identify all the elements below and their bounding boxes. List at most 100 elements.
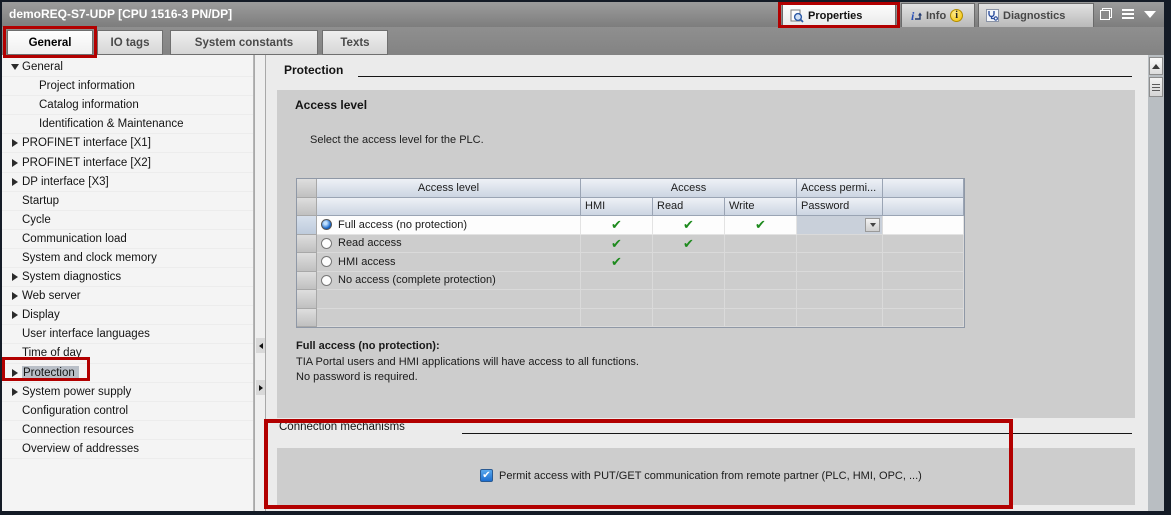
- access-level-option[interactable]: Read access: [317, 235, 581, 254]
- sidebar-item-web-server[interactable]: Web server: [2, 287, 253, 306]
- main-panel: Protection Access level Select the acces…: [266, 55, 1148, 511]
- sidebar-item-time-of-day[interactable]: Time of day: [2, 344, 253, 363]
- password-cell[interactable]: [797, 235, 883, 254]
- window-menu-icon[interactable]: [1122, 9, 1134, 19]
- spacer-cell: [883, 290, 964, 309]
- putget-checkbox[interactable]: ✔: [480, 469, 493, 482]
- password-cell[interactable]: [797, 272, 883, 291]
- window-controls: [1100, 8, 1156, 20]
- sidebar-item-catalog-information[interactable]: Catalog information: [2, 96, 253, 115]
- sidebar-item-cycle[interactable]: Cycle: [2, 211, 253, 230]
- sidebar-item-general[interactable]: General: [2, 58, 253, 77]
- sidebar-item-dp-interface-x3[interactable]: DP interface [X3]: [2, 173, 253, 192]
- sidebar-item-system-power-supply[interactable]: System power supply: [2, 383, 253, 402]
- col-header-access: Access: [581, 179, 797, 198]
- row-selector-cell[interactable]: [297, 272, 317, 291]
- password-cell[interactable]: [797, 216, 883, 235]
- row-selector-cell[interactable]: [297, 309, 317, 328]
- empty-cell: [653, 309, 725, 328]
- row-selector-cell[interactable]: [297, 216, 317, 235]
- access-level-option[interactable]: Full access (no protection): [317, 216, 581, 235]
- sub-header-read: Read: [653, 198, 725, 217]
- sidebar-item-protection[interactable]: Protection: [2, 364, 253, 383]
- sidebar-item-connection-resources[interactable]: Connection resources: [2, 421, 253, 440]
- col-header-access-level: Access level: [317, 179, 581, 198]
- sidebar-item-system-and-clock-memory[interactable]: System and clock memory: [2, 249, 253, 268]
- tree-expanded-icon: [8, 64, 22, 70]
- empty-cell: [317, 290, 581, 309]
- vertical-scrollbar[interactable]: [1148, 55, 1164, 511]
- sidebar-item-project-information[interactable]: Project information: [2, 77, 253, 96]
- sidebar-item-label: Web server: [22, 290, 81, 302]
- sidebar-item-identification-maintenance[interactable]: Identification & Maintenance: [2, 115, 253, 134]
- access-description-title: Full access (no protection):: [296, 340, 440, 352]
- sidebar-item-profinet-interface-x2[interactable]: PROFINET interface [X2]: [2, 153, 253, 172]
- chevron-down-icon[interactable]: [1144, 11, 1156, 18]
- row-selector-cell[interactable]: [297, 290, 317, 309]
- sidebar-item-system-diagnostics[interactable]: System diagnostics: [2, 268, 253, 287]
- sidebar-item-display[interactable]: Display: [2, 306, 253, 325]
- sidebar-item-label: Cycle: [22, 214, 51, 226]
- collapse-pane-button[interactable]: [256, 338, 265, 353]
- tab-info-label: Info: [926, 10, 946, 22]
- tab-properties[interactable]: Properties: [782, 3, 896, 27]
- row-selector-cell[interactable]: [297, 253, 317, 272]
- spacer-cell: [883, 216, 964, 235]
- sidebar-item-label: Communication load: [22, 233, 127, 245]
- spacer-cell: [883, 235, 964, 254]
- tree-collapsed-icon: [8, 178, 22, 186]
- col-header-spacer: [883, 179, 964, 198]
- restore-window-icon[interactable]: [1100, 8, 1112, 20]
- scroll-up-button[interactable]: [1149, 57, 1163, 75]
- pane-splitter[interactable]: [254, 55, 266, 511]
- empty-cell: [725, 235, 797, 254]
- sidebar-item-label: Identification & Maintenance: [39, 118, 183, 130]
- navigation-tree: GeneralProject informationCatalog inform…: [2, 55, 254, 511]
- tree-collapsed-icon: [8, 369, 22, 377]
- password-cell[interactable]: [797, 253, 883, 272]
- sidebar-item-user-interface-languages[interactable]: User interface languages: [2, 325, 253, 344]
- access-level-radio[interactable]: [321, 238, 332, 249]
- access-level-option[interactable]: HMI access: [317, 253, 581, 272]
- tab-diagnostics-label: Diagnostics: [1003, 10, 1065, 22]
- row-selector-cell[interactable]: [297, 235, 317, 254]
- access-level-option[interactable]: No access (complete protection): [317, 272, 581, 291]
- sidebar-item-overview-of-addresses[interactable]: Overview of addresses: [2, 440, 253, 459]
- empty-cell: [581, 272, 653, 291]
- sidebar-item-configuration-control[interactable]: Configuration control: [2, 402, 253, 421]
- tab-texts[interactable]: Texts: [322, 30, 388, 55]
- tab-system-constants[interactable]: System constants: [170, 30, 318, 55]
- access-granted-check-icon: ✔: [653, 235, 725, 254]
- connection-mechanisms-section: ✔ Permit access with PUT/GET communicati…: [277, 448, 1135, 505]
- empty-cell: [725, 253, 797, 272]
- expand-pane-button[interactable]: [256, 380, 265, 395]
- sidebar-item-label: Configuration control: [22, 405, 128, 417]
- sidebar-item-communication-load[interactable]: Communication load: [2, 230, 253, 249]
- tree-collapsed-icon: [8, 311, 22, 319]
- sidebar-item-startup[interactable]: Startup: [2, 192, 253, 211]
- sidebar-item-label: Connection resources: [22, 424, 134, 436]
- sidebar-item-label: System power supply: [22, 386, 131, 398]
- access-level-option-label: Full access (no protection): [338, 219, 467, 231]
- tab-diagnostics[interactable]: Diagnostics: [978, 3, 1094, 27]
- access-level-radio[interactable]: [321, 256, 332, 267]
- scrollbar-thumb[interactable]: [1149, 77, 1163, 97]
- sidebar-item-label: Display: [22, 309, 60, 321]
- empty-cell: [317, 309, 581, 328]
- tab-info[interactable]: i Info i: [901, 3, 975, 27]
- tab-general[interactable]: General: [7, 30, 93, 55]
- sub-header-hmi: HMI: [581, 198, 653, 217]
- access-level-title: Access level: [295, 98, 367, 112]
- empty-cell: [581, 290, 653, 309]
- access-level-radio[interactable]: [321, 219, 332, 230]
- password-dropdown-button[interactable]: [865, 218, 880, 232]
- sub-header-password: Password: [797, 198, 883, 217]
- access-level-radio[interactable]: [321, 275, 332, 286]
- tab-io-tags[interactable]: IO tags: [97, 30, 163, 55]
- diagnostics-stethoscope-icon: [986, 9, 999, 22]
- properties-magnifier-icon: [790, 9, 804, 23]
- tab-properties-label: Properties: [808, 10, 862, 22]
- sidebar-item-profinet-interface-x1[interactable]: PROFINET interface [X1]: [2, 134, 253, 153]
- tree-collapsed-icon: [8, 292, 22, 300]
- sidebar-item-label: DP interface [X3]: [22, 176, 109, 188]
